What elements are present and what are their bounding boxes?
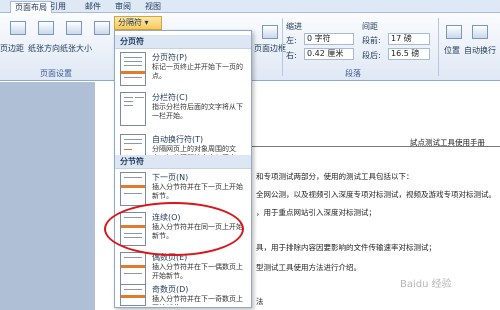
ribbon-separator — [282, 18, 283, 76]
doc-line: 具，用于排除内容因要影响的文件传输速率对标测试； — [256, 243, 436, 252]
orientation-button[interactable]: 纸张方向 — [28, 43, 60, 54]
position-button[interactable]: 位置 — [444, 45, 460, 56]
text-direction-icon[interactable] — [10, 21, 26, 35]
menu-item-title: 下一页(N) — [152, 173, 189, 182]
menu-item-desc: 插入分节符并在下一偶数页上开始新节。 — [152, 263, 243, 280]
doc-line: ，用于重点网站引入深度对标测试； — [256, 208, 376, 217]
menu-item-title: 分栏符(C) — [152, 93, 188, 102]
wrap-text-button[interactable]: 自动换行 — [464, 45, 496, 56]
indent-right-input[interactable]: 0.42 厘米 — [304, 48, 354, 60]
doc-line: 全网公测，以及视频引入深度专项对标测试，视频及游戏专项对标测试。 — [256, 190, 496, 199]
menu-item-column-break[interactable]: 分栏符(C) 指示分栏符后面的文字将从下一栏开始。 — [115, 89, 251, 134]
breaks-menu: 分页符 分页符(P) 标记一页终止并开始下一页的点。 分栏符(C) 指示分栏符后… — [114, 30, 252, 308]
menu-item-title: 自动换行符(T) — [152, 135, 204, 144]
breaks-button-label: 分隔符 — [118, 18, 142, 27]
spacing-after-input[interactable]: 16.5 磅 — [388, 48, 430, 60]
menu-item-desc: 插入分节符并在下一页上开始新节。 — [152, 183, 243, 200]
orientation-icon[interactable] — [66, 21, 82, 35]
indent-left-label: 左: — [286, 36, 297, 45]
spacing-before-input[interactable]: 17 磅 — [388, 33, 430, 45]
page-border-icon[interactable] — [262, 25, 278, 39]
tab-page-layout[interactable]: 页面布局 — [10, 1, 52, 13]
indent-label: 缩进 — [286, 22, 302, 31]
menu-item-title: 奇数页(D) — [152, 285, 189, 294]
paper-size-button[interactable]: 纸张大小 — [60, 43, 92, 54]
doc-line: 法 — [256, 297, 264, 306]
doc-line: 和专项测试两部分，使用的测试工具包括以下： — [256, 172, 414, 181]
menu-item-odd-page[interactable]: 奇数页(D) 插入分节符并在下一奇数页上开始新节。 — [115, 281, 251, 307]
menu-item-title: 分页符(P) — [152, 53, 188, 62]
column-break-icon — [120, 92, 146, 126]
next-page-icon — [120, 172, 146, 206]
page-break-icon — [120, 52, 146, 86]
ribbon-separator — [438, 18, 439, 76]
chevron-down-icon: ▾ — [144, 18, 149, 27]
menu-item-desc: 插入分节符并在下一奇数页上开始新节。 — [152, 295, 243, 305]
margins-icon[interactable] — [38, 21, 54, 35]
doc-line: 型测试工具使用方法进行介绍。 — [256, 263, 361, 272]
menu-item-desc: 标记一页终止并开始下一页的点。 — [152, 63, 243, 80]
menu-item-desc: 指示分栏符后面的文字将从下一栏开始。 — [152, 103, 243, 120]
tab-view[interactable]: 视图 — [145, 1, 161, 13]
wrap-text-icon[interactable] — [472, 25, 488, 39]
tab-references[interactable]: 引用 — [50, 1, 66, 13]
paper-size-icon[interactable] — [94, 21, 110, 35]
group-page-setup-label: 页面设置 — [40, 69, 72, 78]
position-icon[interactable] — [446, 25, 462, 39]
highlight-ellipse — [104, 202, 244, 256]
margins-button[interactable]: 页边距 — [0, 43, 24, 54]
spacing-label: 间距 — [362, 22, 378, 31]
tab-mailings[interactable]: 邮件 — [85, 1, 101, 13]
breaks-dropdown-button[interactable]: 分隔符 ▾ — [114, 16, 162, 30]
odd-page-icon — [120, 284, 146, 306]
menu-section-page-breaks: 分页符 — [115, 35, 251, 49]
tab-review[interactable]: 审阅 — [115, 1, 131, 13]
spacing-after-label: 段后: — [362, 51, 381, 60]
ribbon-tab-bar: 页面布局 引用 邮件 审阅 视图 — [0, 0, 500, 13]
watermark: Baidu 经验 — [400, 279, 452, 290]
spacing-before-label: 段前: — [362, 36, 381, 45]
indent-left-input[interactable]: 0 字符 — [304, 33, 354, 45]
indent-right-label: 右: — [286, 51, 297, 60]
group-paragraph-label: 段落 — [345, 69, 361, 78]
menu-item-page-break[interactable]: 分页符(P) 标记一页终止并开始下一页的点。 — [115, 49, 251, 94]
menu-section-section-breaks: 分节符 — [115, 155, 251, 169]
